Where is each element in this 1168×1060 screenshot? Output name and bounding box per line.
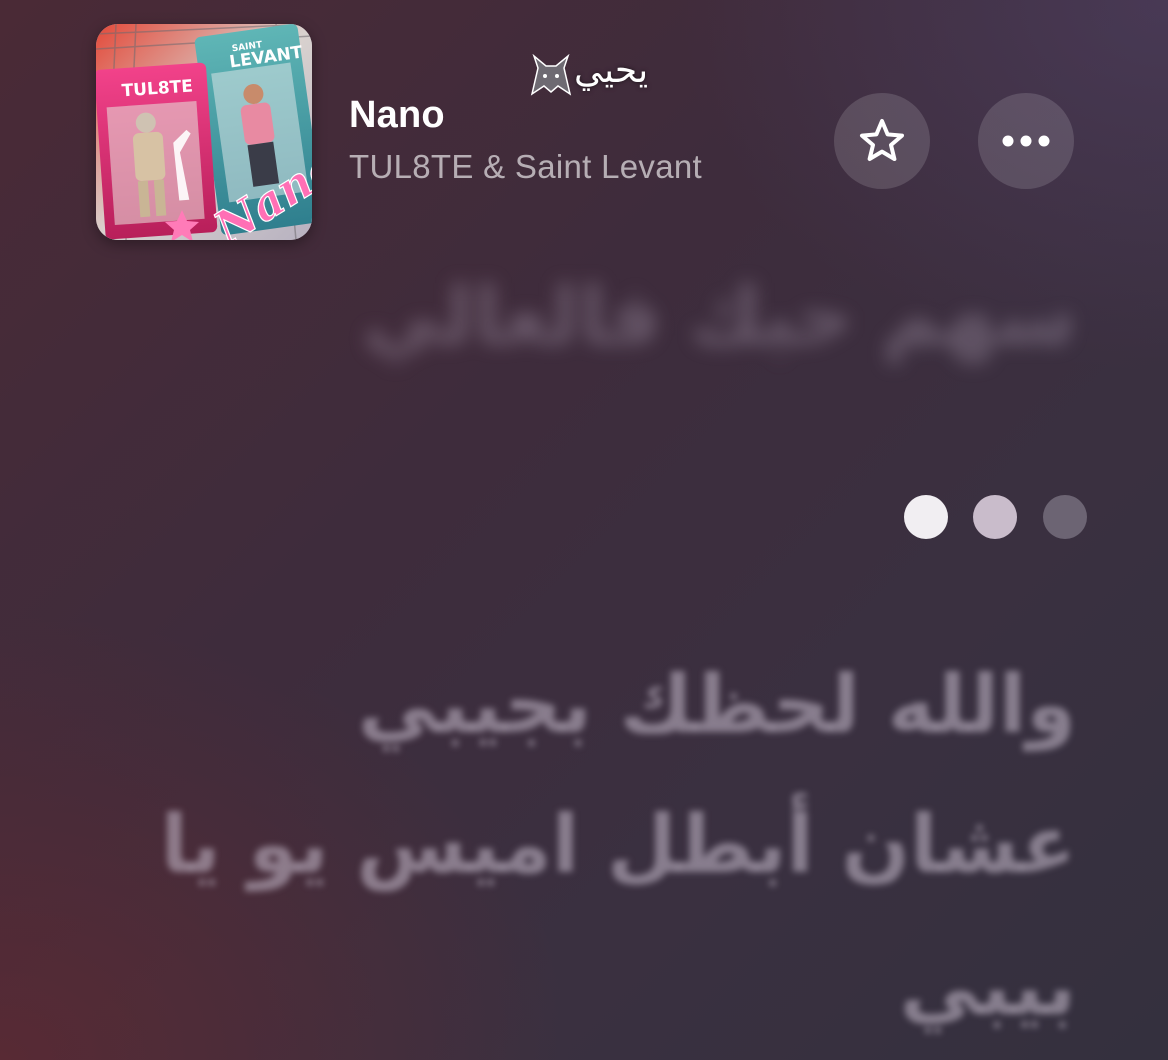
favorite-button[interactable]	[834, 93, 930, 189]
lyric-line[interactable]: والله لحظك بجيبي	[358, 658, 1076, 751]
lyric-line[interactable]: بيبي	[900, 940, 1076, 1033]
lyric-line-previous[interactable]: سهم حبك فالعالي	[363, 270, 1076, 363]
ellipsis-icon	[1002, 135, 1050, 147]
lyrics-view[interactable]: سهم حبك فالعالي والله لحظك بجيبي عشان أب…	[0, 250, 1168, 1060]
track-artist[interactable]: TUL8TE & Saint Levant	[349, 148, 702, 186]
wolf-icon	[530, 54, 572, 96]
album-artwork-image: TUL8TE SAINT LEVANT Nano	[96, 24, 312, 240]
interlude-dot	[973, 495, 1017, 539]
more-options-button[interactable]	[978, 93, 1074, 189]
now-playing-header: TUL8TE SAINT LEVANT Nano يحيي Nano TUL8T…	[0, 0, 1168, 250]
interlude-dot	[904, 495, 948, 539]
watermark: يحيي	[528, 46, 648, 102]
star-icon	[860, 119, 904, 161]
lyric-line[interactable]: عشان أبطل اميس يو يا	[160, 798, 1076, 891]
track-title[interactable]: Nano	[349, 94, 445, 137]
interlude-indicator	[904, 495, 1088, 539]
album-artwork[interactable]: TUL8TE SAINT LEVANT Nano	[96, 24, 312, 240]
interlude-dot	[1043, 495, 1087, 539]
watermark-text: يحيي	[574, 50, 649, 91]
